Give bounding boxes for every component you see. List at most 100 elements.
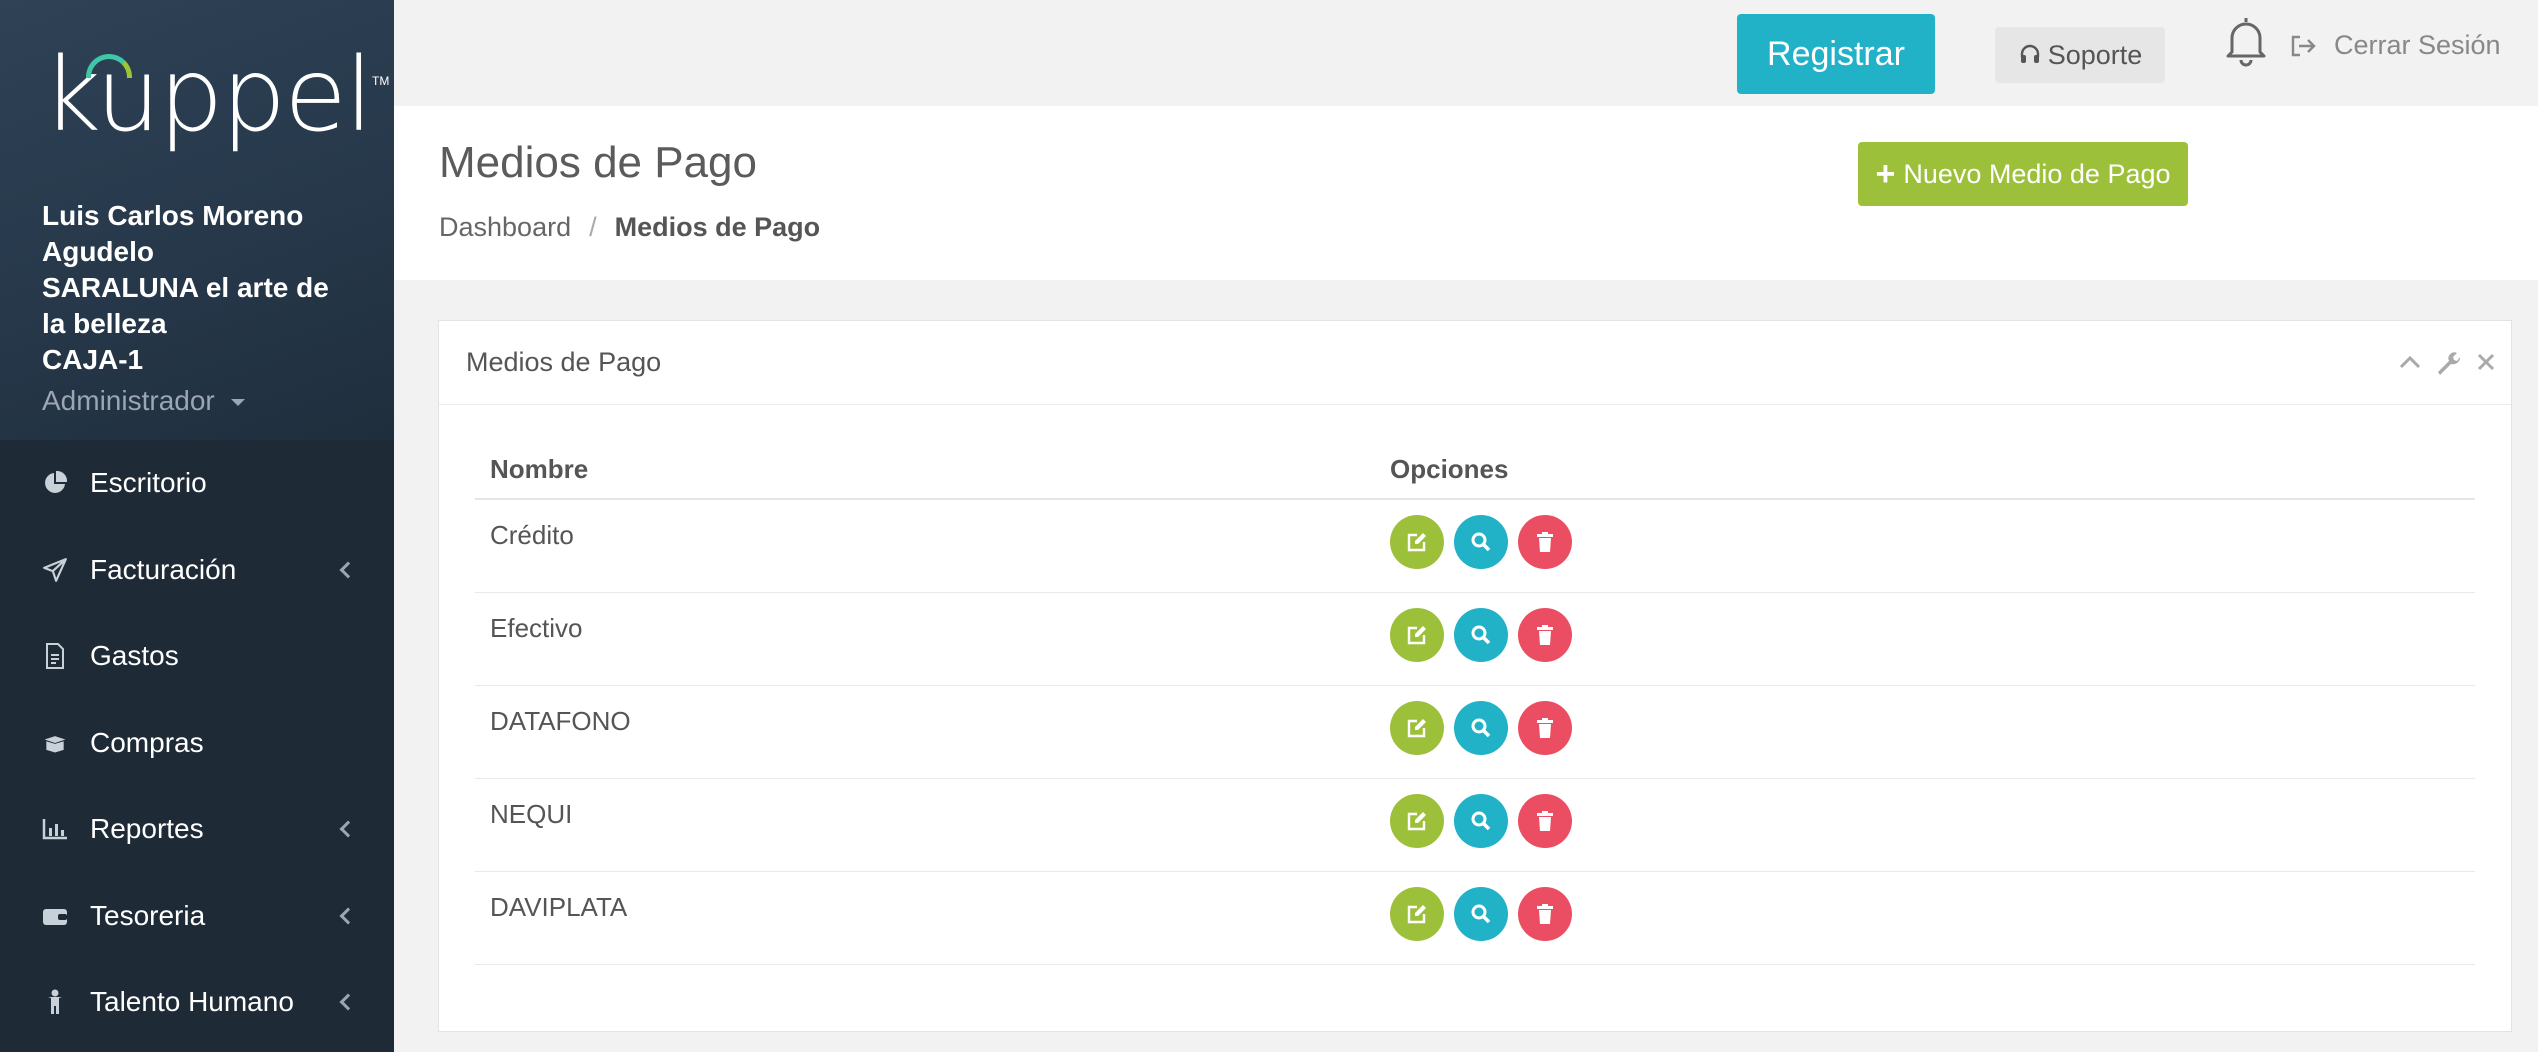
chevron-left-icon: [339, 993, 357, 1011]
user-info: Luis Carlos Moreno Agudelo SARALUNA el a…: [42, 198, 394, 422]
logo-text: kuppel: [42, 36, 373, 155]
edit-icon: [1407, 811, 1426, 830]
delete-button[interactable]: [1518, 886, 1573, 941]
sign-out-icon: [2291, 35, 2316, 56]
edit-icon: [1407, 718, 1426, 737]
soporte-button[interactable]: Soporte: [1995, 27, 2165, 83]
sidebar-item-talento-humano[interactable]: Talento Humano: [0, 959, 394, 1046]
search-icon: [1471, 811, 1491, 830]
search-icon: [1471, 718, 1491, 737]
sidebar-header: kuppel TM Luis Carlos Moreno Agudelo SAR…: [0, 0, 394, 440]
sidebar-item-facturacion[interactable]: Facturación: [0, 527, 394, 614]
paper-plane-icon: [42, 557, 68, 583]
edit-icon: [1407, 625, 1426, 644]
sidebar-item-label: Compras: [90, 726, 204, 758]
view-button[interactable]: [1454, 886, 1509, 941]
soporte-label: Soporte: [2047, 39, 2143, 70]
breadcrumb: Dashboard / Medios de Pago: [439, 212, 820, 243]
top-bar: Registrar Soporte Cerrar Sesión: [394, 0, 2538, 106]
sidebar-item-label: Facturación: [90, 553, 237, 585]
column-header-nombre: Nombre: [475, 441, 1375, 500]
wallet-icon: [42, 903, 68, 929]
table-row: NEQUI: [475, 778, 2475, 872]
registrar-button[interactable]: Registrar: [1737, 14, 1935, 94]
new-payment-method-button[interactable]: + Nuevo Medio de Pago: [1858, 142, 2188, 206]
edit-button[interactable]: [1390, 607, 1444, 662]
sidebar-item-compras[interactable]: Compras: [0, 700, 394, 787]
view-button[interactable]: [1454, 700, 1509, 755]
edit-icon: [1407, 904, 1426, 923]
sidebar-item-label: Gastos: [90, 640, 179, 672]
search-icon: [1471, 904, 1491, 923]
delete-button[interactable]: [1518, 700, 1573, 755]
panel-tools: [2397, 347, 2499, 377]
box-open-icon: [42, 730, 68, 756]
sidebar-item-label: Escritorio: [90, 467, 207, 499]
view-button[interactable]: [1454, 793, 1509, 848]
edit-button[interactable]: [1390, 515, 1444, 569]
edit-icon: [1407, 533, 1426, 552]
row-options: [1375, 871, 2475, 965]
payment-method-name: DATAFONO: [475, 685, 1375, 779]
view-button[interactable]: [1454, 515, 1509, 569]
file-invoice-icon: [42, 643, 68, 670]
wrench-icon[interactable]: [2435, 347, 2461, 377]
user-name-line2: Agudelo: [42, 236, 154, 267]
sidebar-item-label: Talento Humano: [90, 986, 294, 1018]
panel-header: Medios de Pago: [439, 321, 2511, 405]
table-row: Crédito: [475, 499, 2475, 593]
close-icon[interactable]: [2473, 347, 2499, 377]
logout-label: Cerrar Sesión: [2334, 30, 2501, 60]
role-dropdown[interactable]: Administrador: [42, 380, 394, 422]
logout-link[interactable]: Cerrar Sesión: [2290, 30, 2501, 61]
breadcrumb-dashboard[interactable]: Dashboard: [439, 212, 571, 243]
delete-button[interactable]: [1518, 607, 1573, 662]
delete-button[interactable]: [1518, 793, 1573, 848]
row-options: [1375, 685, 2475, 779]
payment-method-name: Crédito: [475, 499, 1375, 593]
search-icon: [1471, 625, 1491, 644]
sidebar-item-tesoreria[interactable]: Tesoreria: [0, 873, 394, 960]
sidebar-menu: Escritorio Facturación Gastos Compras Re…: [0, 440, 394, 1046]
breadcrumb-current: Medios de Pago: [614, 212, 821, 242]
plus-icon: +: [1875, 155, 1896, 193]
edit-button[interactable]: [1390, 793, 1444, 848]
pie-chart-icon: [42, 470, 68, 496]
chevron-left-icon: [339, 561, 357, 579]
bar-chart-icon: [42, 816, 68, 842]
row-options: [1375, 499, 2475, 593]
payment-method-name: DAVIPLATA: [475, 871, 1375, 965]
user-name-line1: Luis Carlos Moreno: [42, 200, 304, 231]
person-icon: [42, 989, 68, 1015]
bell-icon[interactable]: [2222, 14, 2272, 70]
row-options: [1375, 592, 2475, 686]
sidebar-item-gastos[interactable]: Gastos: [0, 613, 394, 700]
breadcrumb-separator: /: [589, 212, 597, 242]
sidebar-item-reportes[interactable]: Reportes: [0, 786, 394, 873]
edit-button[interactable]: [1390, 700, 1444, 755]
sidebar: kuppel TM Luis Carlos Moreno Agudelo SAR…: [0, 0, 394, 1052]
table-row: DATAFONO: [475, 685, 2475, 779]
chevron-left-icon: [339, 907, 357, 925]
view-button[interactable]: [1454, 607, 1509, 662]
page-title: Medios de Pago: [439, 138, 757, 187]
chevron-up-icon[interactable]: [2397, 347, 2423, 377]
payment-methods-panel: Medios de Pago Nombre Opciones Crédito E…: [438, 320, 2512, 1032]
delete-button[interactable]: [1518, 515, 1573, 569]
cash-register: CAJA-1: [42, 344, 144, 375]
panel-title: Medios de Pago: [466, 347, 662, 377]
trash-icon: [1537, 717, 1554, 738]
table-header-row: Nombre Opciones: [475, 441, 2475, 500]
row-options: [1375, 778, 2475, 872]
edit-button[interactable]: [1390, 886, 1444, 941]
payment-methods-table: Nombre Opciones Crédito Efectivo DATAFON…: [475, 441, 2475, 965]
trash-icon: [1537, 532, 1554, 552]
sidebar-item-escritorio[interactable]: Escritorio: [0, 440, 394, 527]
payment-method-name: NEQUI: [475, 778, 1375, 872]
kuppel-logo: kuppel TM: [42, 40, 394, 160]
trash-icon: [1537, 903, 1554, 924]
trash-icon: [1537, 624, 1554, 645]
caret-down-icon: [230, 399, 245, 407]
table-row: Efectivo: [475, 592, 2475, 686]
table-row: DAVIPLATA: [475, 871, 2475, 965]
